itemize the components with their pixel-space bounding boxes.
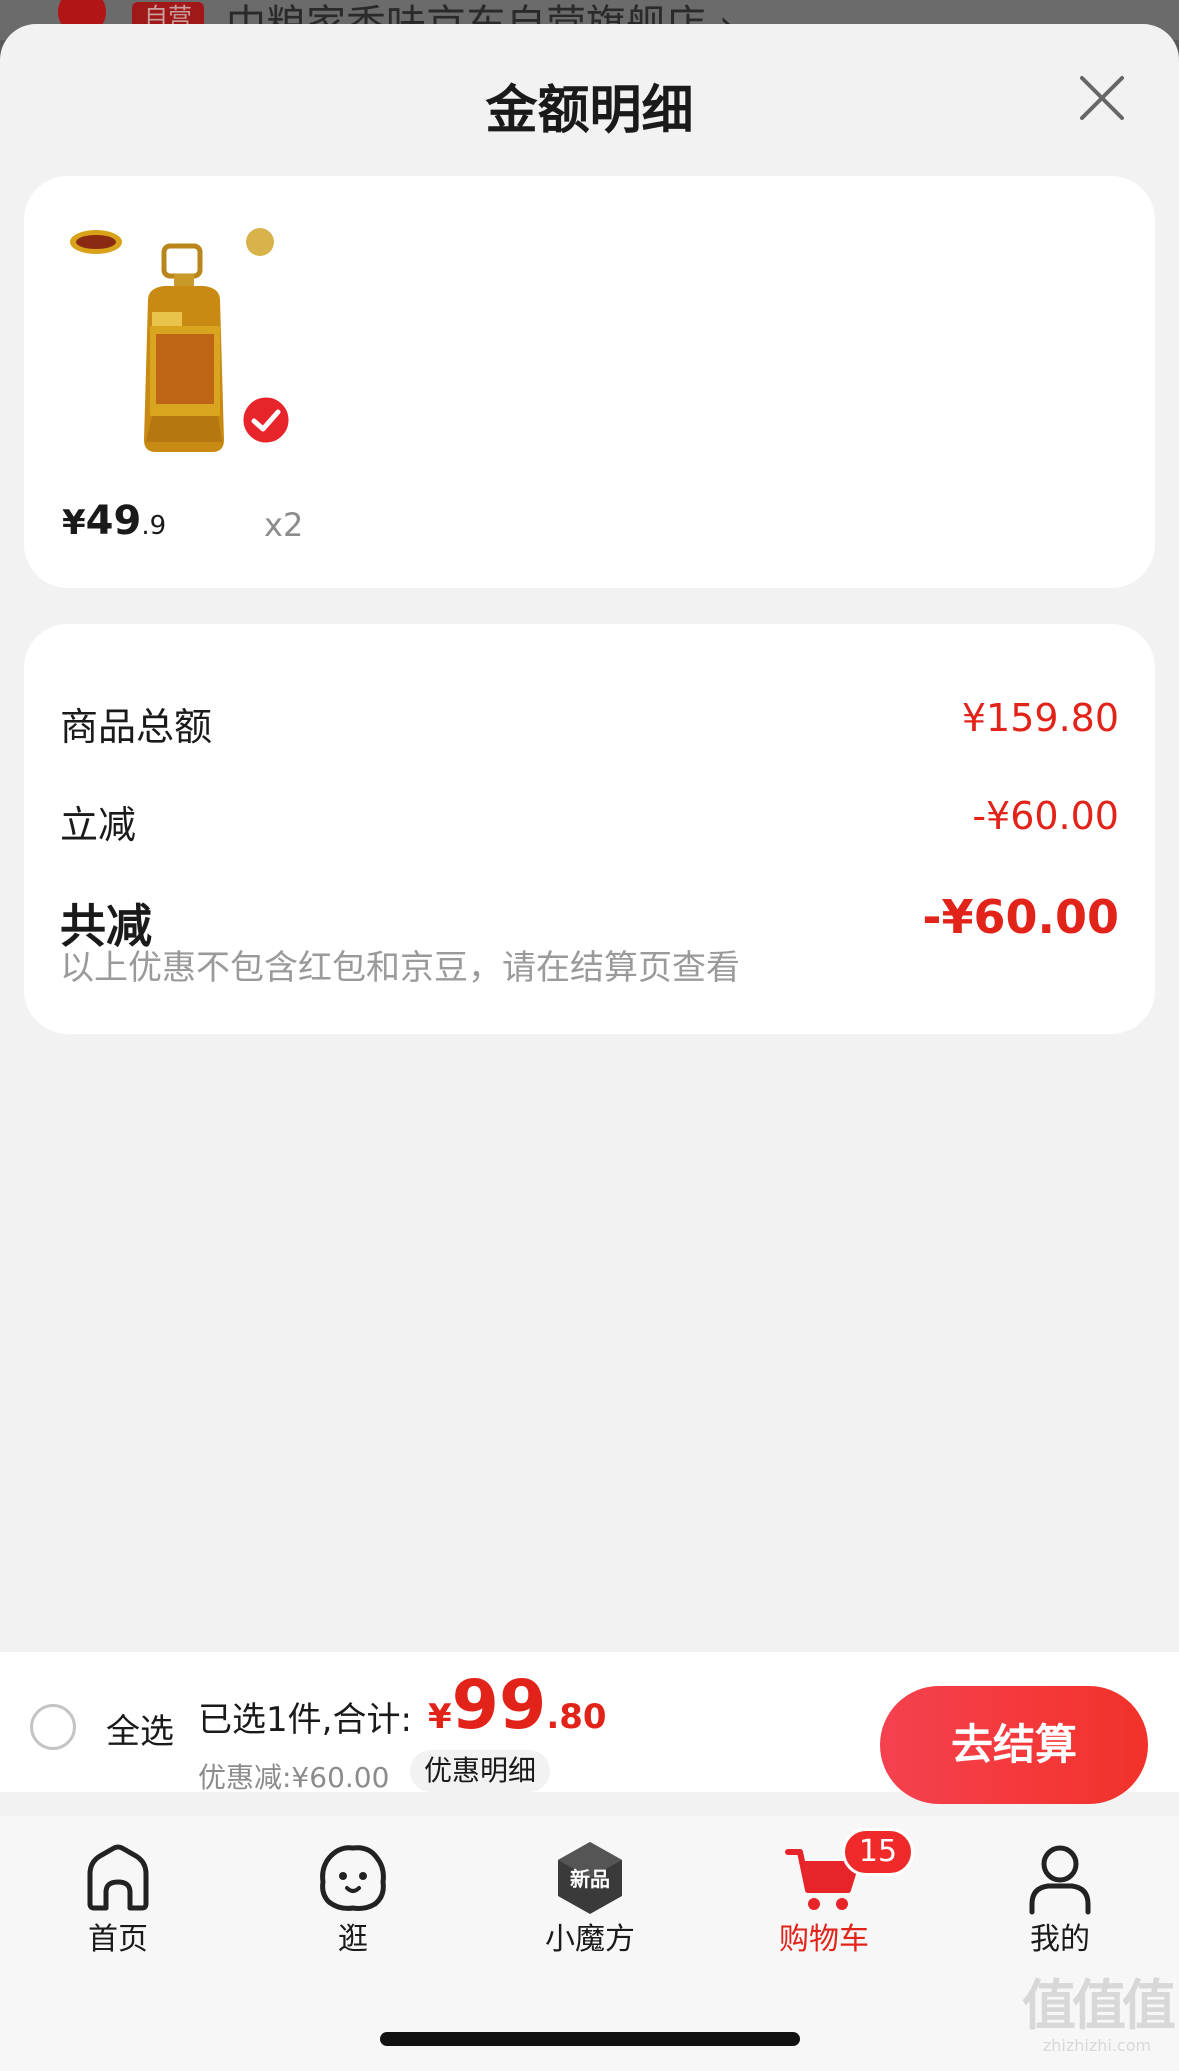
total-symbol: ¥: [428, 1697, 452, 1737]
checkout-bar: 全选 已选1件,合计: ¥99.80 优惠减:¥60.00 优惠明细 去结算: [0, 1652, 1179, 1804]
home-icon: [87, 1844, 149, 1911]
watermark-url: zhizhizhi.com: [1042, 2036, 1152, 2055]
goods-total-value: ¥159.80: [961, 696, 1119, 740]
tab-magic-cube[interactable]: 新品 小魔方: [510, 1816, 670, 1976]
discount-text: 优惠减:¥60.00: [198, 1761, 390, 1794]
cart-count-badge: 15: [842, 1828, 914, 1876]
close-icon[interactable]: [1074, 70, 1130, 126]
tab-cart[interactable]: 15 购物车: [744, 1816, 914, 1976]
discount-note: 以上优惠不包含红包和京豆，请在结算页查看: [60, 948, 740, 988]
sheet-title: 金额明细: [485, 81, 694, 141]
product-price: ¥49.9: [62, 498, 166, 544]
watermark: 值值值 zhizhizhi.com: [1022, 1974, 1176, 2056]
instant-discount-label: 立减: [60, 803, 137, 847]
home-indicator: [380, 2032, 800, 2046]
goods-total-label: 商品总额: [60, 705, 213, 749]
price-decimal: .9: [141, 511, 167, 541]
tab-magic-cube-label: 小魔方: [545, 1922, 635, 1957]
magic-cube-icon: 新品: [558, 1842, 622, 1914]
total-decimal: .80: [546, 1697, 607, 1737]
checkout-button[interactable]: 去结算: [880, 1686, 1148, 1804]
selected-check-icon[interactable]: [240, 394, 292, 446]
amount-summary-card: 商品总额 ¥159.80 立减 -¥60.00 共减 -¥60.00 以上优惠不…: [24, 624, 1155, 1034]
price-integer: 49: [85, 498, 142, 544]
tab-profile-label: 我的: [1030, 1922, 1090, 1957]
tab-home-label: 首页: [88, 1922, 148, 1957]
tab-profile[interactable]: 我的: [980, 1816, 1140, 1976]
tab-browse-label: 逛: [338, 1922, 368, 1957]
magic-cube-badge-text: 新品: [570, 1867, 610, 1891]
watermark-logo: 值值值: [1022, 1974, 1176, 2037]
total-integer: 99: [451, 1666, 547, 1745]
discount-detail-button[interactable]: 优惠明细: [410, 1750, 551, 1792]
profile-icon: [1029, 1845, 1091, 1915]
product-card: ¥49.9 x2: [24, 176, 1155, 588]
tab-browse[interactable]: 逛: [273, 1816, 433, 1976]
tab-home[interactable]: 首页: [38, 1816, 198, 1976]
total-price: ¥99.80: [428, 1666, 607, 1745]
select-all-label[interactable]: 全选: [106, 1704, 174, 1753]
browse-icon: [320, 1845, 386, 1911]
product-quantity: x2: [264, 506, 304, 544]
tab-cart-label: 购物车: [779, 1922, 869, 1957]
total-discount-value: -¥60.00: [922, 890, 1119, 944]
selected-count-text: 已选1件,合计:: [198, 1700, 412, 1740]
price-symbol: ¥: [62, 503, 86, 543]
instant-discount-value: -¥60.00: [972, 794, 1119, 838]
select-all-radio[interactable]: [30, 1704, 76, 1750]
